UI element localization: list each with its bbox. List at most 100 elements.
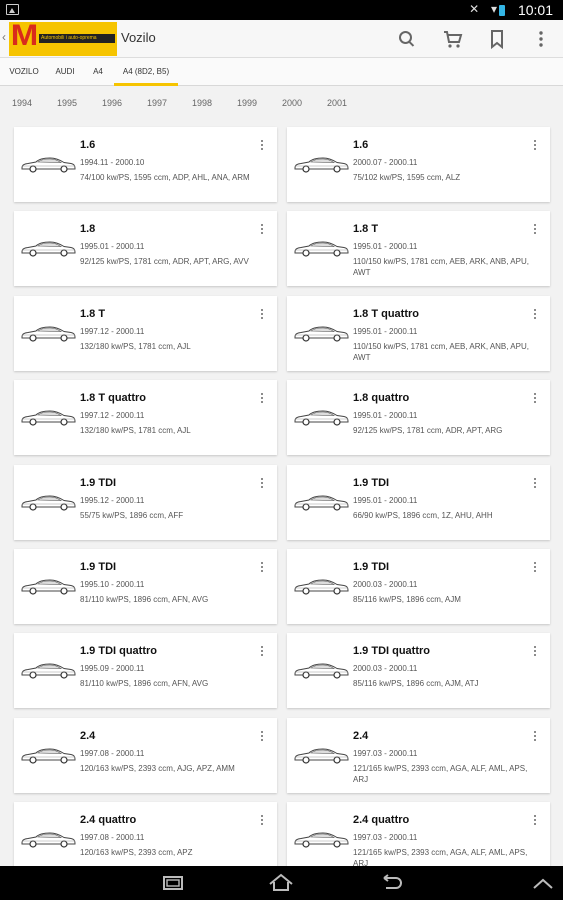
vehicle-name: 2.4 quattro: [80, 814, 137, 827]
card-overflow-menu-icon[interactable]: [530, 730, 540, 744]
year-tab-1995[interactable]: 1995: [57, 98, 77, 108]
battery-icon: [499, 5, 505, 16]
car-icon: [293, 324, 349, 342]
card-overflow-menu-icon[interactable]: [530, 308, 540, 322]
vehicle-card[interactable]: 1.8 T 1997.12 - 2000.11 132/180 kw/PS, 178…: [14, 295, 277, 371]
year-tab-1996[interactable]: 1996: [102, 98, 122, 108]
vehicle-specs: 121/165 kw/PS, 2393 ccm, AGA, ALF, AML, …: [353, 763, 528, 784]
vehicle-name: 2.4 quattro: [353, 814, 410, 827]
card-overflow-menu-icon[interactable]: [530, 561, 540, 575]
vehicle-specs: 85/116 kw/PS, 1896 ccm, AJM: [353, 595, 461, 604]
vehicle-name: 1.8 T quattro: [80, 392, 147, 405]
breadcrumb-a4[interactable]: A4: [86, 58, 110, 86]
vehicle-card[interactable]: 1.9 TDI 1995.01 - 2000.11 66/90 kw/PS, 189…: [287, 464, 550, 540]
vehicle-card[interactable]: 2.4 1997.08 - 2000.11 120/163 kw/PS, 2393 …: [14, 717, 277, 793]
bookmark-icon[interactable]: [486, 28, 508, 50]
vehicle-specs: 110/150 kw/PS, 1781 ccm, AEB, ARK, ANB, …: [353, 257, 529, 278]
vehicle-card[interactable]: 1.8 1995.01 - 2000.11 92/125 kw/PS, 1781 c…: [14, 211, 277, 287]
vehicle-name: 1.8: [80, 223, 96, 236]
vehicle-card[interactable]: 1.8 quattro 1995.01 - 2000.11 92/125 kw/PS…: [287, 380, 550, 456]
vehicle-specs: 81/110 kw/PS, 1896 ccm, AFN, AVG: [80, 595, 209, 604]
vehicle-dates: 1995.01 - 2000.11: [353, 411, 418, 421]
up-caret-icon[interactable]: ‹: [2, 30, 6, 44]
vehicle-card[interactable]: 1.6 1994.11 - 2000.10 74/100 kw/PS, 1595 c…: [14, 127, 277, 202]
card-overflow-menu-icon[interactable]: [530, 139, 540, 153]
car-icon: [20, 746, 76, 764]
vehicle-name: 1.9 TDI quattro: [353, 645, 431, 658]
vehicle-dates: 1997.08 - 2000.11: [80, 833, 145, 843]
card-overflow-menu-icon[interactable]: [257, 477, 267, 491]
app-logo[interactable]: Automobili i auto-oprema: [9, 22, 117, 56]
vehicle-specs: 92/125 kw/PS, 1781 ccm, ADR, APT, ARG: [353, 426, 503, 436]
vehicle-name: 1.8 T: [80, 307, 106, 320]
card-overflow-menu-icon[interactable]: [257, 814, 267, 828]
card-overflow-menu-icon[interactable]: [530, 392, 540, 406]
breadcrumb-vozilo[interactable]: VOZILO: [4, 58, 44, 86]
home-icon[interactable]: [266, 872, 296, 894]
gallery-notification-icon: [6, 4, 19, 15]
logo-text: Automobili i auto-oprema: [39, 34, 115, 43]
vehicle-card[interactable]: 1.8 T quattro 1995.01 - 2000.11 110/150 kw…: [287, 295, 550, 371]
vehicle-specs: 75/102 kw/PS, 1595 ccm, ALZ: [353, 173, 461, 182]
vehicle-dates: 1997.08 - 2000.11: [80, 748, 145, 758]
vehicle-name: 1.9 TDI: [353, 476, 390, 489]
vehicle-specs: 120/163 kw/PS, 2393 ccm, AJG, APZ, AMM: [80, 763, 235, 773]
card-overflow-menu-icon[interactable]: [257, 392, 267, 406]
card-overflow-menu-icon[interactable]: [530, 477, 540, 491]
car-icon: [293, 577, 349, 595]
vehicle-card[interactable]: 1.6 2000.07 - 2000.11 75/102 kw/PS, 1595 c…: [287, 127, 550, 202]
vehicle-name: 1.9 TDI: [353, 561, 390, 573]
vehicle-dates: 1997.03 - 2000.11: [353, 833, 418, 843]
vehicle-card[interactable]: 1.9 TDI 1995.10 - 2000.11 81/110 kw/PS, 18…: [14, 549, 277, 624]
card-overflow-menu-icon[interactable]: [257, 139, 267, 153]
vehicle-card[interactable]: 1.9 TDI 1995.12 - 2000.11 55/75 kw/PS, 189…: [14, 464, 277, 540]
card-overflow-menu-icon[interactable]: [257, 730, 267, 744]
action-bar: ‹ Automobili i auto-oprema Vozilo: [0, 20, 563, 58]
year-tab-1994[interactable]: 1994: [12, 98, 32, 108]
overflow-menu-icon[interactable]: [530, 28, 552, 50]
signal-icons: ✕ ▾: [469, 2, 501, 16]
vehicle-name: 1.9 TDI: [80, 476, 117, 489]
year-tab-1999[interactable]: 1999: [237, 98, 257, 108]
vehicle-specs: 81/110 kw/PS, 1896 ccm, AFN, AVG: [80, 679, 209, 689]
page-title: Vozilo: [121, 30, 156, 45]
vehicle-name: 2.4: [353, 729, 369, 742]
search-icon[interactable]: [396, 28, 418, 50]
cart-icon[interactable]: [442, 28, 464, 50]
breadcrumb-audi[interactable]: AUDI: [48, 58, 82, 86]
vehicle-specs: 110/150 kw/PS, 1781 ccm, AEB, ARK, ANB, …: [353, 341, 529, 362]
car-icon: [20, 408, 76, 426]
logo-m-icon: [12, 23, 38, 54]
vehicle-card[interactable]: 1.8 T 1995.01 - 2000.11 110/150 kw/PS, 178…: [287, 211, 550, 287]
vehicle-specs: 74/100 kw/PS, 1595 ccm, ADP, AHL, ANA, A…: [80, 173, 250, 182]
year-tab-2000[interactable]: 2000: [282, 98, 302, 108]
vehicle-card[interactable]: 2.4 1997.03 - 2000.11 121/165 kw/PS, 2393 …: [287, 717, 550, 793]
card-overflow-menu-icon[interactable]: [530, 645, 540, 659]
vehicle-name: 2.4: [80, 729, 96, 742]
card-overflow-menu-icon[interactable]: [530, 814, 540, 828]
vehicle-card[interactable]: 1.8 T quattro 1997.12 - 2000.11 132/180 kw…: [14, 380, 277, 456]
vehicle-card[interactable]: 1.9 TDI quattro 1995.09 - 2000.11 81/110 k…: [14, 633, 277, 709]
recent-apps-icon[interactable]: [158, 872, 188, 894]
vehicle-dates: 1997.12 - 2000.11: [80, 326, 145, 336]
vehicle-card[interactable]: 1.9 TDI quattro 2000.03 - 2000.11 85/116 k…: [287, 633, 550, 709]
card-overflow-menu-icon[interactable]: [257, 308, 267, 322]
breadcrumb-a4-8d2-b5[interactable]: A4 (8D2, B5): [114, 58, 178, 86]
back-icon[interactable]: [376, 872, 406, 894]
card-overflow-menu-icon[interactable]: [257, 223, 267, 237]
vehicle-dates: 2000.03 - 2000.11: [353, 664, 418, 674]
year-tab-1998[interactable]: 1998: [192, 98, 212, 108]
vehicle-card[interactable]: 1.9 TDI 2000.03 - 2000.11 85/116 kw/PS, 18…: [287, 549, 550, 624]
card-overflow-menu-icon[interactable]: [257, 561, 267, 575]
card-overflow-menu-icon[interactable]: [257, 645, 267, 659]
car-icon: [20, 661, 76, 679]
vehicle-dates: 1995.01 - 2000.11: [80, 242, 145, 252]
status-time: 10:01: [517, 2, 553, 18]
year-tab-2001[interactable]: 2001: [327, 98, 347, 108]
card-overflow-menu-icon[interactable]: [530, 223, 540, 237]
hide-keyboard-icon[interactable]: [528, 872, 558, 894]
car-icon: [20, 577, 76, 595]
vehicle-dates: 1995.09 - 2000.11: [80, 664, 145, 674]
year-tab-1997[interactable]: 1997: [147, 98, 167, 108]
car-icon: [293, 239, 349, 257]
